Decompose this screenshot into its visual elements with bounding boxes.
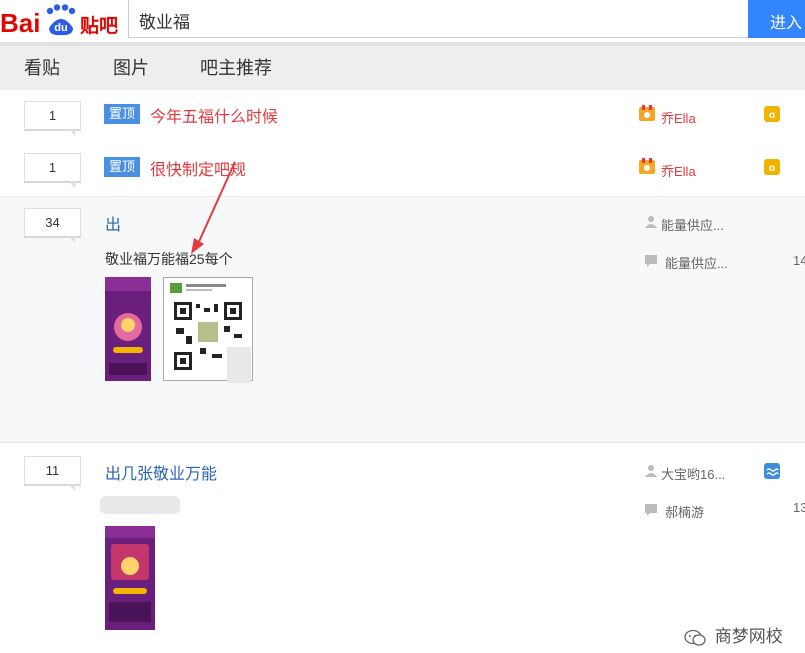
last-reply-time: 14: [793, 253, 805, 268]
thread-title[interactable]: 今年五福什么时候: [150, 103, 278, 127]
user-icon: [645, 215, 657, 228]
member-level-icon: ɑ: [764, 159, 780, 175]
tab-pictures[interactable]: 图片: [113, 54, 149, 80]
enter-button[interactable]: 进入: [748, 0, 805, 38]
thread-title[interactable]: 出: [105, 211, 121, 235]
member-level-icon: ɑ: [764, 106, 780, 122]
blurred-abstract: [100, 496, 180, 514]
search-value: 敬业福: [139, 13, 190, 32]
reply-count: 11: [24, 456, 81, 491]
watermark-text: 商梦网校: [714, 627, 783, 646]
blurred-region: [227, 347, 251, 383]
annotation-arrow: [185, 158, 245, 258]
reply-icon: [645, 504, 657, 516]
svg-text:贴吧: 贴吧: [80, 15, 118, 37]
watermark: 商梦网校: [684, 622, 783, 647]
thread-row: 34 出 敬业福万能福25每个 能量供应... 能量供应... 14: [0, 196, 805, 443]
svg-text:Bai: Bai: [0, 8, 40, 38]
thread-row: 1 置顶 今年五福什么时候 乔Ella ɑ: [0, 90, 805, 142]
search-input[interactable]: 敬业福: [128, 0, 750, 38]
thread-image[interactable]: [105, 277, 151, 381]
user-icon: [645, 464, 657, 477]
last-reply-user[interactable]: 能量供应...: [665, 253, 728, 272]
thread-author[interactable]: 乔Ella: [661, 108, 696, 127]
reply-count: 1: [24, 101, 81, 136]
reply-count: 34: [24, 208, 81, 243]
svg-text:ɑ: ɑ: [769, 110, 775, 121]
thread-image[interactable]: [105, 526, 155, 630]
tab-moderator-picks[interactable]: 吧主推荐: [200, 54, 272, 80]
vip-icon: [638, 157, 656, 175]
pinned-badge: 置顶: [104, 157, 140, 177]
member-level-icon: [764, 463, 780, 479]
thread-title[interactable]: 出几张敬业万能: [105, 460, 217, 484]
svg-text:du: du: [54, 22, 67, 34]
tab-bar: 看贴 图片 吧主推荐: [0, 42, 805, 90]
last-reply-time: 13: [793, 500, 805, 515]
vip-icon: [638, 104, 656, 122]
baidu-tieba-logo[interactable]: Bai du 贴吧: [0, 2, 122, 38]
reply-icon: [645, 255, 657, 267]
thread-author[interactable]: 大宝哟16...: [661, 464, 725, 483]
pinned-badge: 置顶: [104, 104, 140, 124]
thread-row: 1 置顶 很快制定吧规 乔Ella ɑ: [0, 142, 805, 196]
wechat-icon: [684, 629, 706, 647]
last-reply-user[interactable]: 郝楠游: [665, 502, 704, 521]
header: Bai du 贴吧 敬业福 进入: [0, 0, 805, 42]
reply-count: 1: [24, 153, 81, 188]
tab-view-posts[interactable]: 看贴: [24, 54, 60, 80]
thread-author[interactable]: 乔Ella: [661, 161, 696, 180]
thread-author[interactable]: 能量供应...: [661, 215, 724, 234]
svg-text:ɑ: ɑ: [769, 163, 775, 174]
